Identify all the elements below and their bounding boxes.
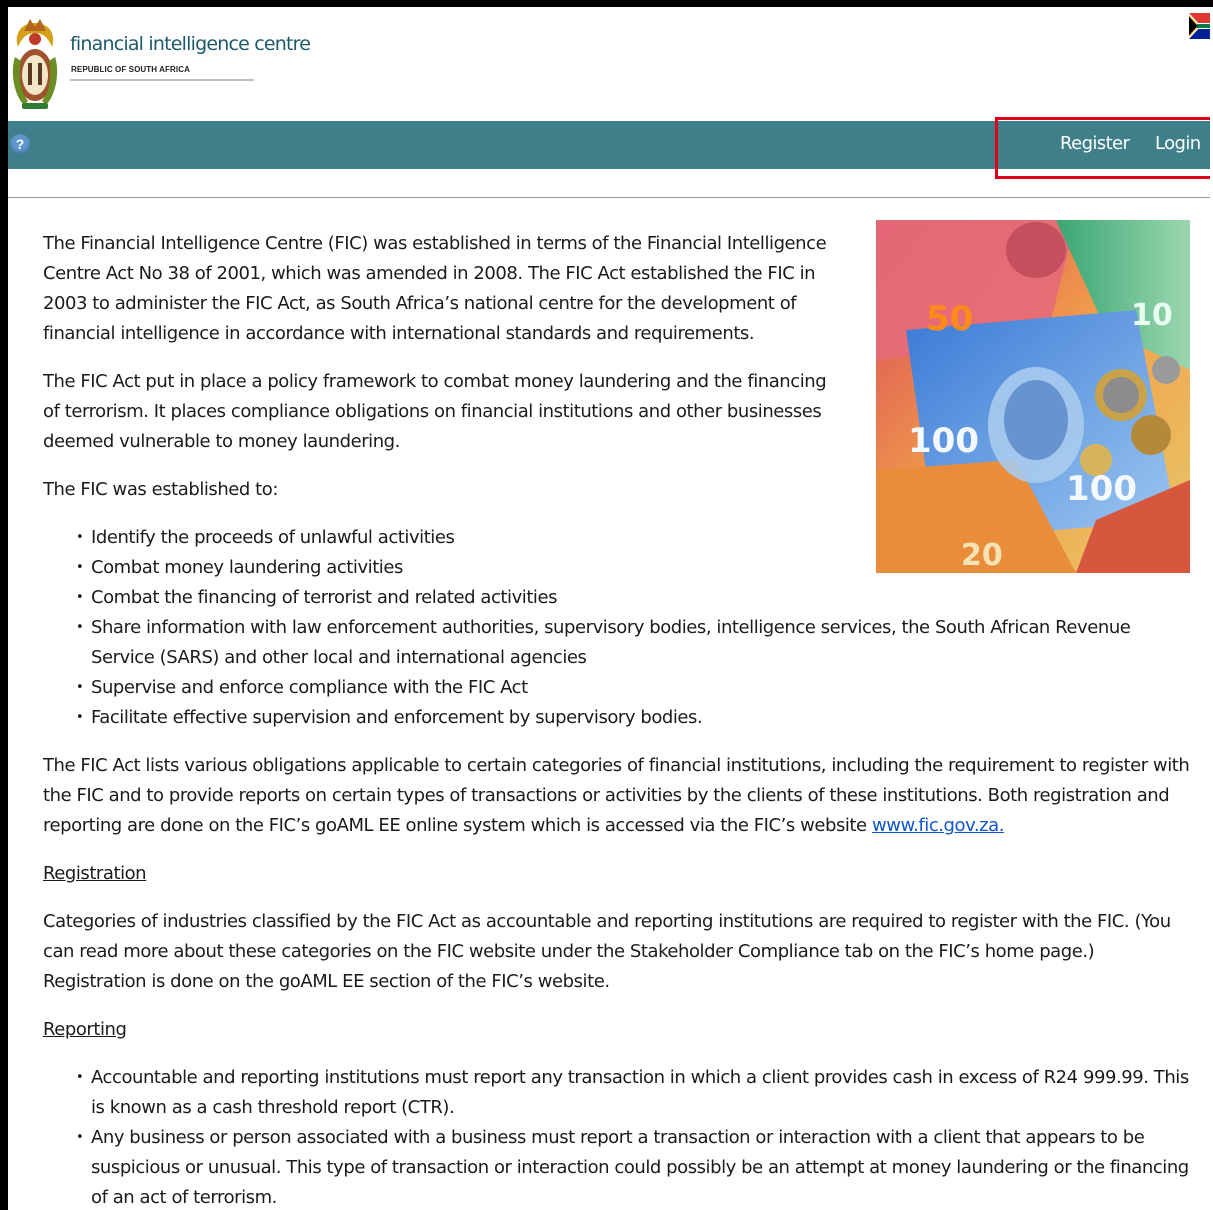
brand-subtitle: REPUBLIC OF SOUTH AFRICA [71, 65, 190, 74]
reporting-list: Accountable and reporting institutions m… [43, 1063, 1198, 1210]
fic-website-link[interactable]: www.fic.gov.za. [872, 815, 1005, 836]
registration-paragraph: Categories of industries classified by t… [43, 911, 1171, 992]
coat-of-arms-icon [12, 19, 58, 109]
list-item: Combat the financing of terrorist and re… [76, 583, 1198, 613]
purpose-list: Identify the proceeds of unlawful activi… [43, 523, 1198, 733]
content-divider [8, 197, 1213, 198]
intro-paragraph-2: The FIC Act put in place a policy framew… [43, 371, 827, 452]
login-link[interactable]: Login [1155, 133, 1201, 154]
site-header: financial intelligence centre REPUBLIC O… [8, 7, 1213, 121]
list-item: Any business or person associated with a… [76, 1123, 1198, 1210]
intro-paragraph-1: The Financial Intelligence Centre (FIC) … [43, 233, 827, 344]
brand-name: financial intelligence centre [70, 33, 311, 55]
obligations-text: The FIC Act lists various obligations ap… [43, 755, 1190, 836]
list-item: Supervise and enforce compliance with th… [76, 673, 1198, 703]
list-item: Accountable and reporting institutions m… [76, 1063, 1198, 1123]
reporting-heading: Reporting [43, 1019, 127, 1040]
help-icon[interactable]: ? [10, 134, 30, 154]
main-content: The Financial Intelligence Centre (FIC) … [43, 229, 1198, 1210]
intro-paragraph-3: The FIC was established to: [43, 479, 278, 500]
registration-heading: Registration [43, 863, 147, 884]
list-item: Share information with law enforcement a… [76, 613, 1198, 673]
list-item: Facilitate effective supervision and enf… [76, 703, 1198, 733]
obligations-paragraph: The FIC Act lists various obligations ap… [43, 751, 1198, 841]
nav-bar: ? Register Login [8, 117, 1213, 179]
register-link[interactable]: Register [1060, 133, 1130, 154]
page: financial intelligence centre REPUBLIC O… [8, 7, 1213, 1210]
list-item: Combat money laundering activities [76, 553, 1198, 583]
list-item: Identify the proceeds of unlawful activi… [76, 523, 1198, 553]
brand-divider [70, 79, 254, 81]
fic-logo[interactable]: financial intelligence centre REPUBLIC O… [10, 17, 311, 121]
auth-links-highlight: Register Login [995, 117, 1213, 179]
